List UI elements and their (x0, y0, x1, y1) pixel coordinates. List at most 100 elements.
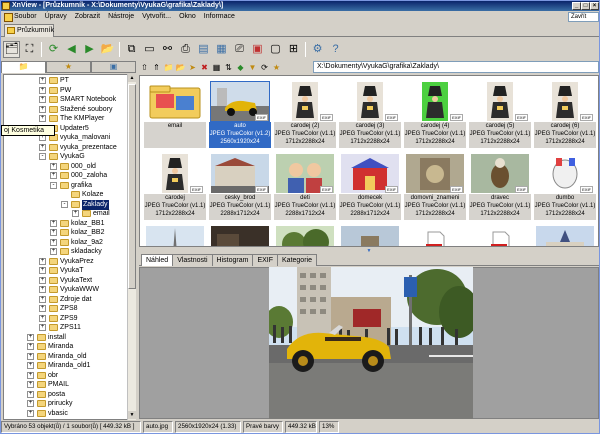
tab-kategorie[interactable]: Kategorie (277, 254, 317, 266)
tree-node[interactable]: + kolaz_BB2 (4, 228, 127, 238)
expand-icon[interactable]: + (27, 371, 34, 379)
expand-icon[interactable]: + (27, 381, 34, 388)
tree-node[interactable]: + PMAIL (4, 380, 127, 390)
tree-node[interactable]: + Miranda_old1 (4, 361, 127, 371)
thumbnail-item[interactable]: EXIF cesky_brod JPEG TrueColor (v1.1) 2288x… (209, 152, 271, 220)
table-icon[interactable]: ⊞ (285, 41, 302, 58)
thumbnail-item[interactable]: EXIF dumbo JPEG TrueColor (v1.1) 1712x2288x… (534, 152, 596, 220)
minimize-button[interactable]: _ (572, 2, 581, 10)
tree-node[interactable]: +000_old (4, 162, 127, 172)
tree-node[interactable]: + prirucky (4, 399, 127, 409)
path-input[interactable]: X:\Dokumenty\VyukaG\grafika\Zaklady\ (313, 61, 599, 73)
tree-node[interactable]: - grafika (4, 181, 127, 191)
slideshow-icon[interactable]: ▣ (249, 41, 266, 58)
thumbnail-item[interactable]: EXIF carodej (2) JPEG TrueColor (v1.1) 1712… (274, 80, 336, 148)
tab-histogram[interactable]: Histogram (211, 254, 254, 266)
thumbnail-item[interactable] (274, 224, 336, 246)
filmstrip-icon[interactable]: ▦ (213, 41, 230, 58)
expand-icon[interactable]: + (39, 257, 46, 265)
tree-node[interactable]: +000_zaloha (4, 171, 127, 181)
scanner-icon[interactable]: ⎚ (231, 41, 248, 58)
menu-zobrazit[interactable]: Zobrazit (71, 11, 104, 22)
tree-scrollbar[interactable]: ▲ ▼ (127, 74, 136, 420)
menu-upravy[interactable]: Úpravy (41, 11, 71, 22)
expand-icon[interactable]: + (39, 314, 46, 322)
new-window-icon[interactable]: ▭ (141, 41, 158, 58)
browser-icon[interactable]: 🗂 (3, 40, 20, 58)
screen-icon[interactable]: ▢ (267, 41, 284, 58)
expand-icon[interactable]: + (39, 276, 46, 284)
expand-icon[interactable]: + (27, 343, 34, 350)
tree-node[interactable]: + VyukaT (4, 266, 127, 276)
expand-icon[interactable]: + (39, 143, 46, 151)
expand-icon[interactable]: + (39, 286, 46, 293)
thumbnail-item[interactable]: EXIF deti JPEG TrueColor (v1.1) 2288x1712x2… (274, 152, 336, 220)
tab-pruzkumnik[interactable]: Průzkumník (4, 24, 54, 37)
tree-node[interactable]: + PW (4, 86, 127, 96)
menu-vytvorit[interactable]: Vytvořit... (138, 11, 175, 22)
thumbnail-item[interactable]: EXIF carodej JPEG TrueColor (v1.1) 1712x228… (144, 152, 206, 220)
expand-icon[interactable]: + (39, 324, 46, 331)
collapse-icon[interactable]: - (50, 181, 57, 189)
expand-icon[interactable]: + (50, 248, 57, 255)
thumbnail-item[interactable]: EXIF domovni_znameni JPEG TrueColor (v1.1)… (404, 152, 466, 220)
thumbnail-item[interactable]: EXIF domecek JPEG TrueColor (v1.1) 2288x171… (339, 152, 401, 220)
tree-node[interactable]: + VyukaText (4, 276, 127, 286)
expand-icon[interactable]: + (50, 219, 57, 227)
expand-icon[interactable]: + (50, 162, 57, 170)
binoculars-icon[interactable]: ⚯ (159, 41, 176, 58)
close-combo[interactable]: Zavřít (568, 12, 599, 22)
print-icon[interactable]: ⎙ (177, 41, 194, 58)
tree-node[interactable]: + email (4, 209, 127, 219)
tree-node[interactable]: + Miranda_old (4, 352, 127, 362)
collapse-icon[interactable]: - (61, 200, 68, 208)
thumbnail-item[interactable] (534, 224, 596, 246)
filter-icon[interactable]: ▼ (247, 62, 258, 73)
star-icon[interactable]: ★ (271, 62, 282, 73)
tree-node[interactable]: + The KMPlayer (4, 114, 127, 124)
menu-nastroje[interactable]: Nástroje (104, 11, 138, 22)
delete-icon[interactable]: ✖ (199, 62, 210, 73)
categories-tab-icon[interactable]: ▣ (91, 61, 136, 73)
folders-tab-icon[interactable]: 📁 (1, 61, 46, 73)
tree-node[interactable]: + VyukaPrez (4, 257, 127, 267)
help-icon[interactable]: ? (327, 41, 344, 58)
expand-icon[interactable]: + (39, 86, 46, 94)
tree-node[interactable]: + SMART Notebook (4, 95, 127, 105)
thumbnail-item[interactable] (404, 224, 466, 246)
tab-exif[interactable]: EXIF (252, 254, 279, 266)
expand-icon[interactable]: + (27, 390, 34, 398)
expand-icon[interactable]: + (27, 400, 34, 407)
tree-node[interactable]: + ZPS11 (4, 323, 127, 333)
settings-icon[interactable]: ⚙ (309, 41, 326, 58)
thumbnail-item[interactable] (144, 224, 206, 246)
tree-node[interactable]: + VyukaWWW (4, 285, 127, 295)
expand-icon[interactable]: + (39, 305, 46, 312)
maximize-button[interactable]: □ (581, 2, 590, 10)
move-icon[interactable]: ➤ (187, 62, 198, 73)
tree-node[interactable]: - VyukaG (4, 152, 127, 162)
tree-node[interactable]: + kolaz_9a2 (4, 238, 127, 248)
expand-icon[interactable]: + (27, 352, 34, 360)
folder-icon[interactable]: 📂 (175, 62, 186, 73)
close-button[interactable]: × (590, 2, 599, 10)
tab-vlastnosti[interactable]: Vlastnosti (172, 254, 213, 266)
tree-node[interactable]: + obr (4, 371, 127, 381)
scroll-up-icon[interactable]: ▲ (128, 74, 136, 82)
tree-node[interactable]: + vyuka_prezentace (4, 143, 127, 153)
thumbnail-item[interactable]: EXIF auto JPEG TrueColor (v1.2) 2560x1920x2… (209, 80, 271, 148)
expand-icon[interactable]: + (39, 77, 46, 84)
thumbnail-item[interactable]: EXIF carodej (5) JPEG TrueColor (v1.1) 1712… (469, 80, 531, 148)
expand-icon[interactable]: + (39, 105, 46, 113)
expand-icon[interactable]: + (27, 362, 34, 369)
favorites-tab-icon[interactable]: ★ (46, 61, 91, 73)
thumbnail-item[interactable] (339, 224, 401, 246)
up-icon[interactable]: ⇧ (139, 62, 150, 73)
tab-nahled[interactable]: Náhled (141, 254, 174, 266)
back-icon[interactable]: ◀ (63, 41, 80, 58)
tree-node[interactable]: - Zaklady (4, 199, 127, 210)
expand-icon[interactable]: + (50, 229, 57, 236)
tree-node[interactable]: + ZPS8 (4, 304, 127, 314)
fullscreen-icon[interactable]: ⛶ (21, 41, 38, 58)
tree-node[interactable]: + kolaz_BB1 (4, 219, 127, 229)
